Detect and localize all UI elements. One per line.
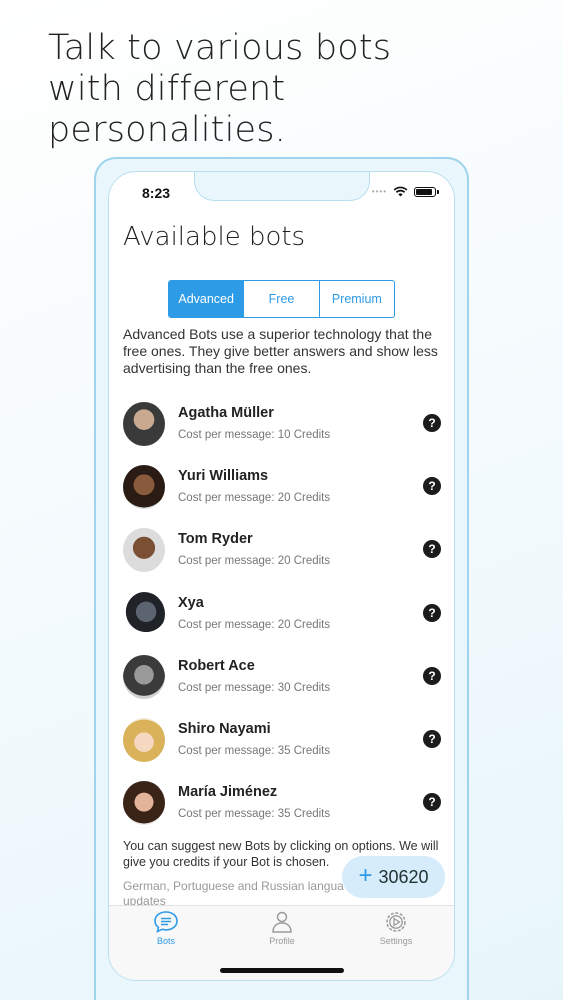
avatar — [123, 402, 165, 446]
plus-icon: + — [358, 862, 373, 889]
bot-name: Shiro Nayami — [178, 720, 271, 737]
bot-name: Xya — [178, 594, 204, 611]
bot-row-robert-ace[interactable]: Robert Ace Cost per message: 30 Credits … — [123, 654, 443, 718]
segment-free[interactable]: Free — [243, 281, 318, 317]
help-icon[interactable]: ? — [423, 729, 441, 748]
avatar — [123, 781, 165, 826]
avatar — [123, 528, 165, 573]
bot-cost: Cost per message: 35 Credits — [178, 808, 331, 821]
bot-cost: Cost per message: 10 Credits — [178, 429, 331, 441]
bot-category-segmented-control: Advanced Free Premium — [168, 280, 395, 318]
bot-cost: Cost per message: 35 Credits — [178, 744, 331, 757]
help-icon[interactable]: ? — [423, 414, 441, 432]
tab-label: Profile — [269, 936, 295, 946]
avatar — [123, 465, 165, 510]
segment-advanced[interactable]: Advanced — [169, 281, 244, 317]
bot-row-shiro-nayami[interactable]: Shiro Nayami Cost per message: 35 Credit… — [123, 717, 443, 781]
help-icon[interactable]: ? — [423, 793, 441, 812]
bot-row-agatha-muller[interactable]: Agatha Müller Cost per message: 10 Credi… — [123, 402, 443, 465]
person-icon — [272, 911, 292, 933]
credits-amount: 30620 — [378, 866, 429, 887]
language-updates-text: German, Portuguese and Russian langua up… — [123, 879, 344, 905]
bot-row-yuri-williams[interactable]: Yuri Williams Cost per message: 20 Credi… — [123, 465, 443, 528]
home-indicator — [220, 968, 344, 973]
status-icons: •••• — [371, 186, 439, 197]
tab-label: Bots — [156, 936, 175, 946]
bot-name: Yuri Williams — [178, 468, 269, 485]
status-time: 8:23 — [142, 185, 171, 201]
category-description: Advanced Bots use a superior technology … — [123, 326, 438, 376]
help-icon[interactable]: ? — [423, 666, 441, 685]
bot-name: Tom Ryder — [178, 531, 253, 548]
headline: Talk to various bots with different pers… — [48, 28, 392, 150]
bot-cost: Cost per message: 30 Credits — [178, 681, 331, 694]
help-icon[interactable]: ? — [423, 540, 441, 559]
help-icon[interactable]: ? — [423, 603, 441, 622]
tab-settings[interactable]: Settings — [361, 910, 431, 946]
bot-cost: Cost per message: 20 Credits — [178, 555, 331, 568]
chat-bubble-icon — [154, 911, 178, 933]
notch — [194, 172, 370, 201]
bot-row-tom-ryder[interactable]: Tom Ryder Cost per message: 20 Credits ? — [123, 528, 443, 591]
avatar — [123, 717, 165, 762]
segment-premium[interactable]: Premium — [318, 281, 394, 317]
bot-list: Agatha Müller Cost per message: 10 Credi… — [123, 402, 443, 844]
phone-screen: 8:23 •••• Available bots Advanced Free P… — [108, 171, 455, 981]
page-title: Available bots — [123, 222, 306, 252]
help-icon[interactable]: ? — [423, 477, 441, 496]
avatar — [123, 591, 165, 636]
avatar — [123, 654, 165, 699]
gear-icon — [386, 912, 406, 932]
bot-name: Agatha Müller — [178, 405, 274, 421]
signal-icon: •••• — [371, 187, 387, 196]
buy-credits-button[interactable]: + 30620 — [342, 856, 445, 898]
tab-profile[interactable]: Profile — [247, 910, 317, 946]
bot-row-maria-jimenez[interactable]: María Jiménez Cost per message: 35 Credi… — [123, 781, 443, 844]
bot-row-xya[interactable]: Xya Cost per message: 20 Credits ? — [123, 591, 443, 655]
battery-icon — [414, 186, 439, 197]
tab-bots[interactable]: Bots — [131, 910, 201, 946]
wifi-icon — [393, 186, 408, 197]
bot-name: Robert Ace — [178, 657, 255, 674]
bot-cost: Cost per message: 20 Credits — [178, 618, 331, 631]
bot-name: María Jiménez — [178, 784, 278, 801]
tab-label: Settings — [379, 936, 413, 946]
bot-cost: Cost per message: 20 Credits — [178, 492, 331, 505]
